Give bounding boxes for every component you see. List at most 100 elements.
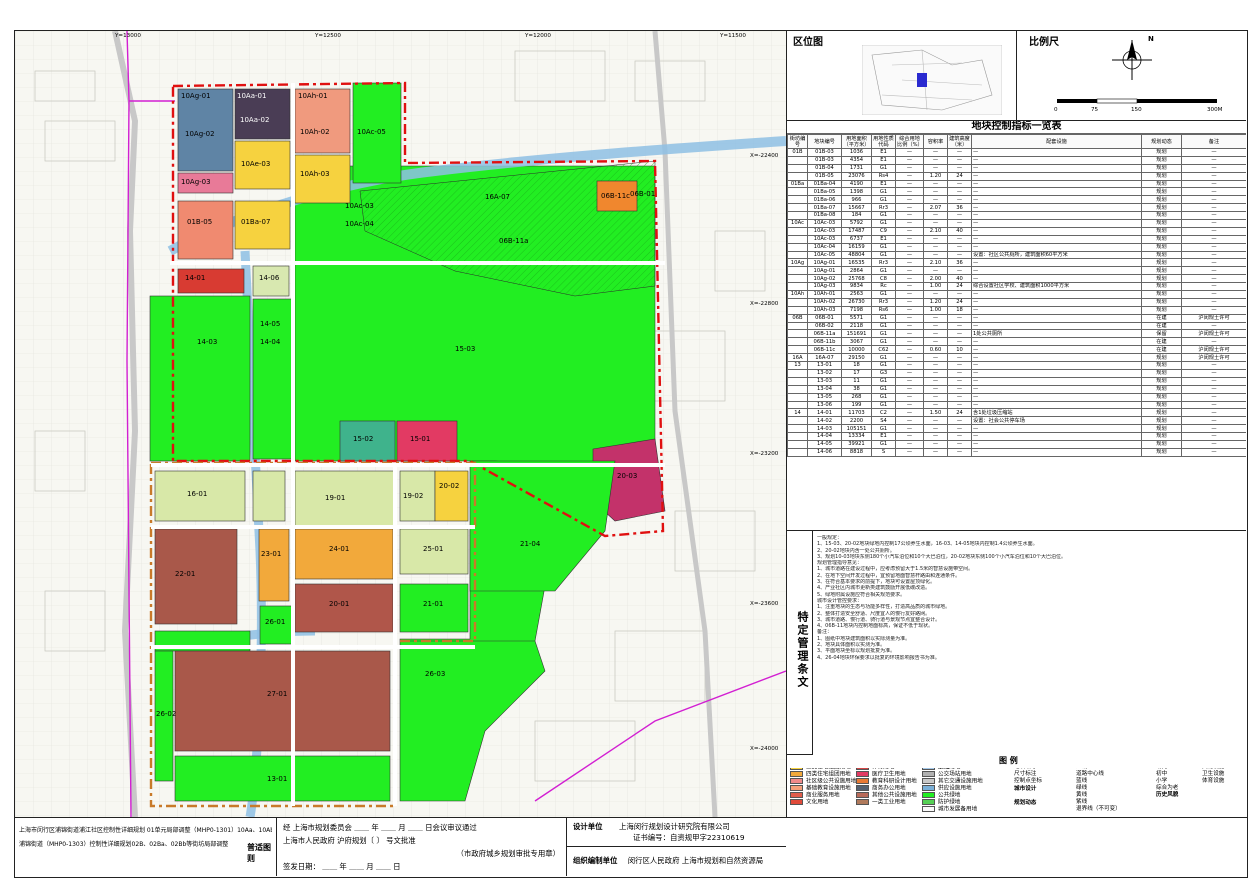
legend-landuse-label: 水域 [938, 768, 949, 771]
scale-title: 比例尺 [1029, 37, 1059, 48]
table-row: 10Ac-04 16159 G1— — — — 规划 — [787, 242, 1246, 252]
table-row: 10Ag-01 2864 G1— — — — 规划 — [787, 266, 1246, 276]
legend-landuse-label: 基础教育设施用地 [806, 785, 851, 792]
table-cell: S4 [871, 416, 896, 426]
plot-label: 13-01 [267, 775, 288, 783]
index-table-box: 地块控制指标一览表 街坊编号 地块编号 用地面积（平方米） 用地性质代码 综合用地比例（… [787, 121, 1246, 531]
plot-label: 10Ah-01 [298, 92, 328, 100]
table-cell: — [923, 187, 948, 197]
legend-swatch [922, 799, 935, 805]
table-cell: 10000 [841, 345, 872, 355]
plot-label: 06B-11a [499, 237, 529, 245]
table-cell: 保留 [1141, 329, 1182, 339]
design-unit: 上海闵行规划设计研究院有限公司 [618, 822, 730, 831]
table-cell: E1 [871, 155, 896, 165]
table-cell: 25768 [841, 274, 872, 284]
table-row: 01Ba-07 15667 Rr3—2.07 36— 规划 — [787, 203, 1246, 213]
plot-label: 10Ag-01 [181, 92, 211, 100]
table-cell: — [923, 424, 948, 434]
table-cell [787, 337, 808, 347]
table-cell [787, 187, 808, 197]
table-cell: — [895, 171, 924, 181]
table-cell: 105151 [841, 424, 872, 434]
table-cell: — [971, 211, 1142, 221]
table-cell: — [923, 337, 948, 347]
table-cell: 01Ba-04 [807, 179, 842, 189]
table-cell: 36 [947, 258, 972, 268]
table-cell: 1.00 [923, 305, 948, 315]
table-cell: — [947, 353, 972, 363]
table-cell: 24 [947, 408, 972, 418]
plot-label: 10Ag-03 [181, 178, 211, 186]
axis-top-3: Y=12000 [525, 33, 551, 39]
plot-label: 15-03 [455, 345, 476, 353]
table-cell: — [895, 368, 924, 378]
table-cell [787, 345, 808, 355]
table-cell: 沪闵规土许可 [1181, 353, 1246, 363]
legend-landuse-label: 商务办公用地 [872, 785, 906, 792]
table-cell: — [947, 234, 972, 244]
table-row: 13 13-01 18 G1— — — — 规划 — [787, 361, 1246, 370]
table-cell: G1 [871, 400, 896, 410]
table-cell: 规划 [1141, 203, 1182, 213]
table-row: 01Ba-05 1398 G1— — — — 规划 — [787, 187, 1246, 197]
plot-label: 25-01 [423, 545, 444, 553]
table-cell: — [947, 432, 972, 441]
table-cell: 17487 [841, 226, 872, 236]
legend-swatch [856, 771, 869, 777]
table-cell: — [923, 321, 948, 331]
table-cell: — [1181, 155, 1246, 165]
table-cell: 8818 [841, 447, 872, 457]
table-cell: — [1181, 258, 1246, 268]
table-row: 14-04 13334 E1— — — — 规划 — [787, 432, 1246, 441]
table-header-cell: 用地面积（平方米） [841, 134, 872, 149]
table-cell: — [923, 195, 948, 205]
table-cell: 199 [841, 400, 872, 410]
table-cell: — [895, 250, 924, 260]
table-cell: Rr3 [871, 297, 896, 307]
table-cell: 10Ac-05 [807, 250, 842, 260]
table-cell: 4354 [841, 155, 872, 165]
table-cell: — [1181, 408, 1246, 418]
table-cell: — [1181, 274, 1246, 284]
table-cell: — [895, 400, 924, 410]
table-cell: — [895, 408, 924, 418]
table-header-cell: 综合用地比例（%） [895, 134, 924, 149]
table-cell: 13-01 [807, 361, 842, 370]
table-cell: — [971, 179, 1142, 189]
table-cell: 1.20 [923, 171, 948, 181]
table-cell: 14-05 [807, 439, 842, 449]
plot-01b-05-shape [177, 200, 234, 260]
table-cell: — [971, 203, 1142, 213]
table-cell: 规划 [1141, 171, 1182, 181]
table-cell: 10Ac-03 [807, 226, 842, 236]
legend-facility-item: 综合为老 [1156, 785, 1179, 791]
table-cell: G1 [871, 384, 896, 394]
table-cell: 1处公共厕所 [971, 329, 1142, 339]
table-cell: 39921 [841, 439, 872, 449]
legend-swatch [856, 799, 869, 805]
table-cell: — [947, 376, 972, 386]
table-cell: G1 [871, 250, 896, 260]
table-cell: 规划 [1141, 258, 1182, 268]
plot-26-04-shape [174, 650, 391, 752]
table-cell: — [923, 313, 948, 323]
legend-control-item: 蓝线 [1076, 778, 1088, 784]
axis-top-1: Y=13000 [115, 33, 141, 39]
design-unit-label: 设计单位 [573, 822, 603, 831]
planning-sheet: Y=13000 Y=12500 Y=12000 Y=11500 X=-22400… [0, 0, 1257, 888]
plot-label: 10Ae-03 [241, 160, 271, 168]
plot-21-04-shape [154, 528, 238, 625]
table-cell: 14-02 [807, 416, 842, 426]
axis-right-1: X=-22400 [750, 153, 779, 159]
table-cell: G1 [871, 439, 896, 449]
table-cell [787, 242, 808, 252]
legend-landuse-label: 公交场站用地 [938, 771, 972, 778]
table-cell: 36 [947, 203, 972, 213]
table-cell: — [1181, 187, 1246, 197]
table-cell: — [1181, 392, 1246, 402]
table-row: 14 14-01 11703 C2—1.50 24 含1处垃圾压缩站 规划 — [787, 408, 1246, 418]
table-cell: — [947, 313, 972, 323]
table-cell: — [971, 297, 1142, 307]
axis-right-5: X=-24000 [750, 746, 779, 752]
